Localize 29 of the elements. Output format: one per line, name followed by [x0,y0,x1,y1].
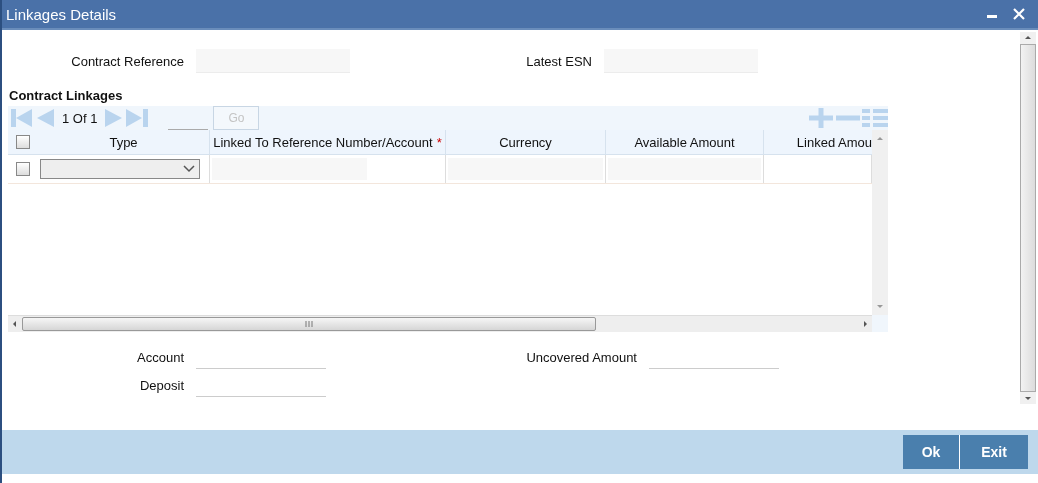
column-header: Type [38,130,210,154]
add-icon[interactable] [808,107,834,129]
column-header: Linked To Reference Number/Account * [210,130,446,154]
grip-icon [304,320,314,328]
section-title: Contract Linkages [8,87,124,105]
list-icon[interactable] [862,107,888,129]
last-page-icon[interactable] [125,107,150,129]
field-label: Account [136,349,185,365]
first-page-icon[interactable] [10,107,34,129]
field-label: Uncovered Amount [525,349,638,365]
page-vertical-scrollbar[interactable] [1020,32,1036,404]
field-label: Contract Reference [70,53,185,69]
close-icon[interactable] [1012,7,1026,21]
column-header: Available Amount [606,130,764,154]
dialog-button[interactable]: Exit [960,435,1028,469]
window-title: Linkages Details [6,5,118,23]
field-label: Deposit [138,377,185,393]
dialog-button[interactable]: Ok [903,435,960,469]
previous-page-icon[interactable] [35,107,55,129]
column-header: Linked Amou [795,133,872,152]
required-mark: * [436,134,442,150]
select-all-checkbox[interactable] [16,135,30,149]
grid-horizontal-scrollbar[interactable] [8,315,872,332]
page-indicator: 1 Of 1 [61,110,99,126]
row-checkbox[interactable] [16,162,30,176]
field-label: Latest ESN [525,53,593,69]
chevron-down-icon [183,165,195,173]
column-header: Currency [446,130,606,154]
type-select[interactable] [40,159,200,179]
